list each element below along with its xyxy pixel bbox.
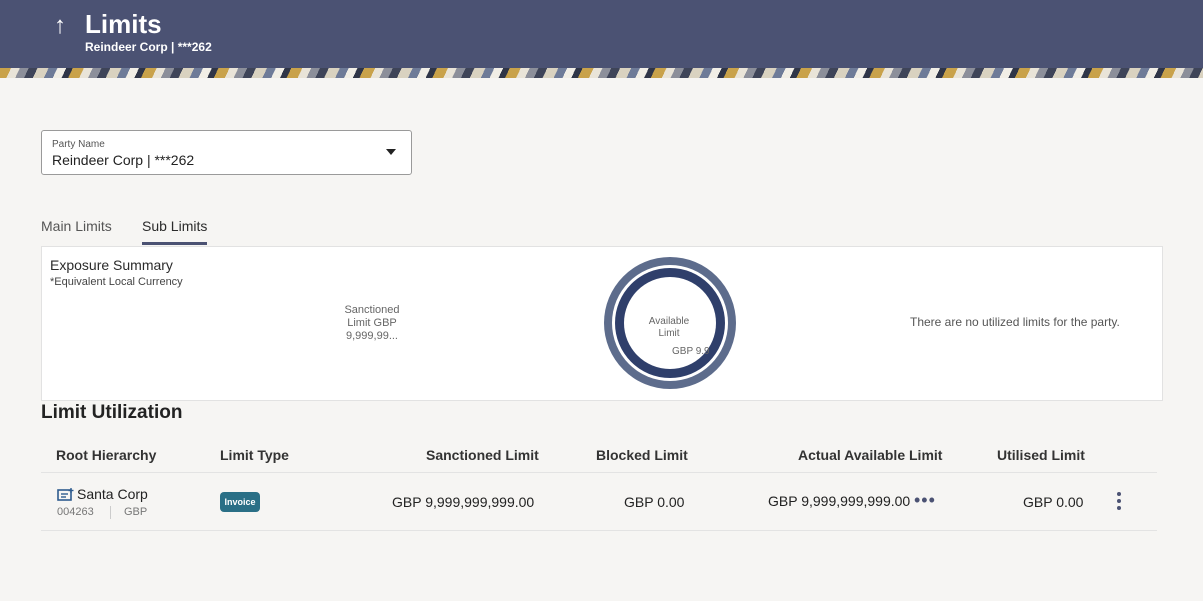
column-header-limit-type: Limit Type — [220, 447, 289, 463]
party-icon — [57, 488, 74, 501]
column-header-root-hierarchy: Root Hierarchy — [56, 447, 157, 463]
sanctioned-limit-summary: Sanctioned Limit GBP 9,999,99... — [332, 304, 412, 343]
more-details-icon[interactable]: ••• — [914, 490, 936, 511]
row-actions-kebab-icon[interactable] — [1113, 492, 1125, 512]
exposure-summary-title: Exposure Summary — [50, 257, 173, 273]
table-row-divider — [41, 530, 1157, 531]
available-limit-donut: Available Limit GBP 9.9 — [604, 257, 736, 389]
no-utilized-message: There are no utilized limits for the par… — [910, 315, 1120, 329]
page-header: ↑ Limits Reindeer Corp | ***262 — [0, 0, 1203, 68]
table-header-divider — [41, 472, 1157, 473]
blocked-limit-cell: GBP 0.00 — [624, 494, 685, 510]
page-title: Limits — [85, 9, 162, 39]
column-header-blocked-limit: Blocked Limit — [596, 447, 688, 463]
available-limit-value: GBP 9.9 — [672, 346, 710, 357]
tab-main-limits[interactable]: Main Limits — [41, 217, 112, 243]
id-currency-divider — [110, 506, 111, 519]
page-subtitle: Reindeer Corp | ***262 — [85, 40, 212, 54]
actual-available-limit-cell: GBP 9,999,999,999.00 — [768, 493, 911, 509]
party-name-label: Party Name — [52, 139, 105, 150]
limit-type-badge: Invoice — [220, 492, 260, 512]
tab-sub-limits[interactable]: Sub Limits — [142, 217, 208, 245]
party-name-value: Reindeer Corp | ***262 — [52, 152, 195, 168]
currency-note: *Equivalent Local Currency — [50, 276, 183, 288]
utilised-limit-cell: GBP 0.00 — [1023, 494, 1084, 510]
column-header-utilised-limit: Utilised Limit — [997, 447, 1085, 463]
root-hierarchy-id: 004263 — [57, 506, 94, 518]
chevron-down-icon — [386, 149, 396, 155]
root-hierarchy-name[interactable]: Santa Corp — [77, 486, 148, 502]
sanctioned-limit-summary-text: Sanctioned Limit GBP 9,999,99... — [344, 304, 400, 342]
limit-utilization-title: Limit Utilization — [41, 402, 183, 423]
column-header-sanctioned-limit: Sanctioned Limit — [426, 447, 539, 463]
arrow-up-icon[interactable]: ↑ — [50, 12, 70, 40]
available-limit-label: Available Limit — [648, 316, 690, 339]
column-header-actual-available-limit: Actual Available Limit — [798, 447, 943, 463]
sanctioned-limit-cell: GBP 9,999,999,999.00 — [392, 494, 535, 510]
exposure-summary-panel: Exposure Summary *Equivalent Local Curre… — [41, 246, 1163, 401]
root-hierarchy-currency: GBP — [124, 506, 148, 518]
header-banner — [0, 68, 1203, 78]
party-name-select[interactable]: Party Name Reindeer Corp | ***262 — [41, 130, 412, 175]
